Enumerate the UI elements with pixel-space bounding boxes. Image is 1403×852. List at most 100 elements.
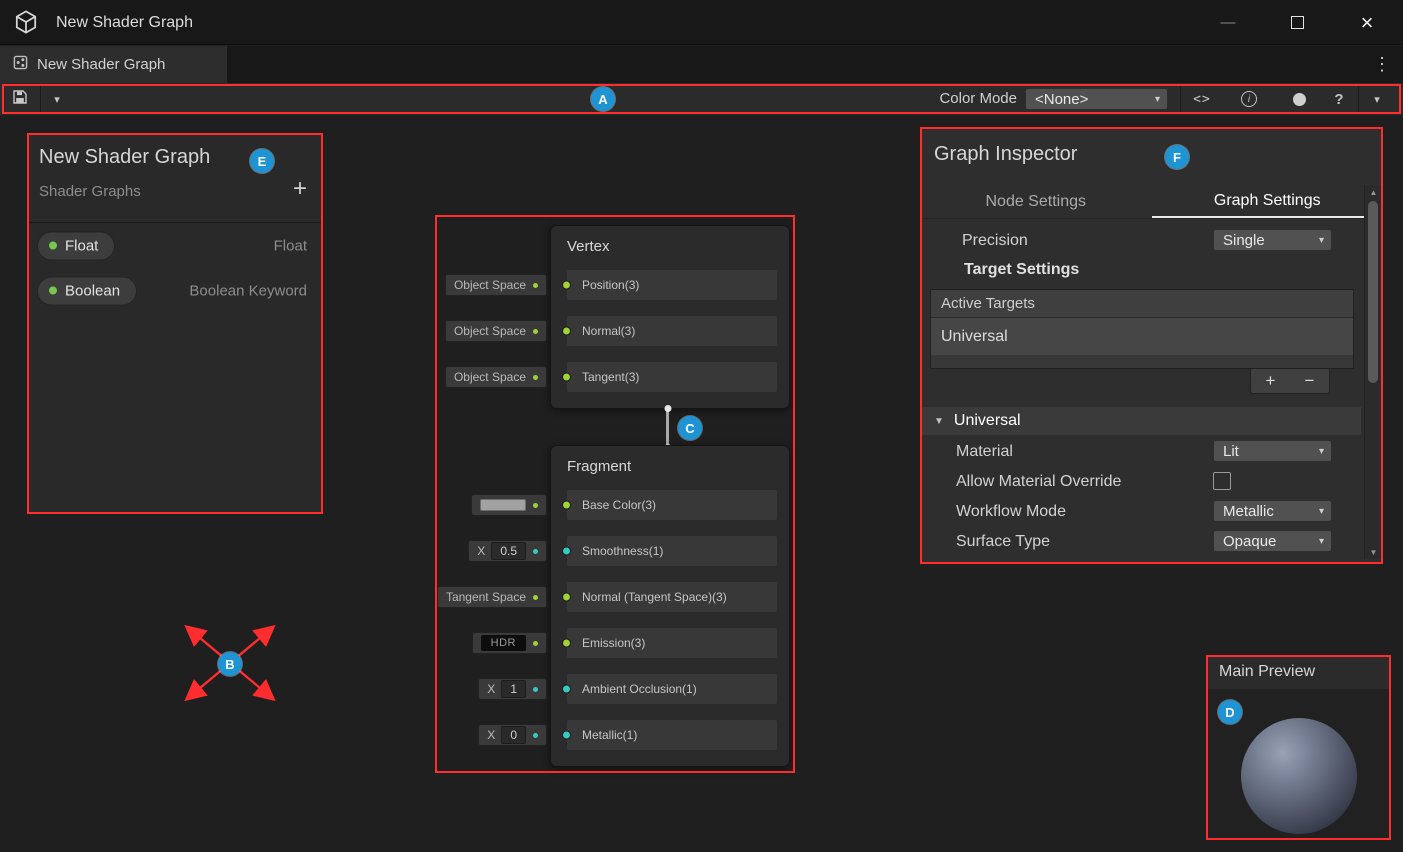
slot-position: Object Space Position(3) [567,270,777,300]
connector-dot-icon [664,405,671,412]
input-port-icon[interactable] [562,281,571,290]
window-title: New Shader Graph [56,0,193,45]
input-port-icon[interactable] [562,373,571,382]
space-dropdown[interactable]: Object Space [445,320,547,342]
scrollbar-thumb[interactable] [1368,201,1378,383]
add-property-button[interactable]: + [293,175,307,203]
scroll-down-icon[interactable]: ▼ [1365,545,1382,559]
add-target-button[interactable]: + [1251,369,1290,393]
blackboard-header: New Shader Graph Shader Graphs + [27,133,323,223]
value-field[interactable]: 0.5 [491,542,526,560]
color-swatch[interactable] [480,499,526,511]
port-dot-icon [533,549,538,554]
main-preview-panel: Main Preview [1206,655,1391,840]
value-field[interactable]: 1 [501,680,526,698]
slot-normal-tangent-space: Tangent Space Normal (Tangent Space)(3) [567,582,777,612]
port-dot-icon [533,641,538,646]
allow-material-override-label: Allow Material Override [956,473,1121,491]
input-port-icon[interactable] [562,547,571,556]
slot-label: Base Color(3) [582,498,656,512]
color-mode-label: Color Mode [905,83,1017,115]
value-field[interactable]: 0 [501,726,526,744]
dropdown-value: Opaque [1223,533,1276,550]
scroll-up-icon[interactable]: ▲ [1365,185,1382,199]
chevron-down-icon: ▾ [1311,536,1324,547]
preview-sphere-icon [1293,93,1306,106]
generated-code-button[interactable]: <> [1186,83,1218,115]
workflow-mode-label: Workflow Mode [956,503,1066,521]
toolbar-overflow-dropdown[interactable]: ▾ [1362,83,1392,115]
tab-graph-settings[interactable]: Graph Settings [1152,185,1384,218]
remove-target-button[interactable]: − [1290,369,1329,393]
fragment-node[interactable]: Fragment Base Color(3) X 0.5 Smoothness(… [550,445,790,767]
tab-new-shader-graph[interactable]: New Shader Graph [0,46,227,83]
shader-graph-icon [13,55,28,75]
chevron-down-icon: ▾ [54,93,60,106]
inspector-scrollbar[interactable]: ▲ ▼ [1364,185,1381,559]
save-button[interactable] [6,83,34,115]
surface-type-dropdown[interactable]: Opaque ▾ [1213,530,1332,552]
vertex-node-title: Vertex [551,226,789,270]
space-dropdown[interactable]: Object Space [445,366,547,388]
smoothness-control[interactable]: X 0.5 [468,540,547,562]
input-port-icon[interactable] [562,639,571,648]
property-type: Boolean Keyword [189,282,307,299]
input-port-icon[interactable] [562,501,571,510]
color-mode-value: <None> [1035,91,1088,108]
material-dropdown[interactable]: Lit ▾ [1213,440,1332,462]
vertex-fragment-connector [666,409,669,447]
maximize-icon [1291,16,1304,29]
space-dropdown-label: Tangent Space [446,590,526,604]
fragment-node-title: Fragment [551,446,789,490]
unity-logo-icon [13,9,39,40]
property-pill[interactable]: Boolean [37,276,137,305]
property-name: Boolean [65,282,120,299]
slot-label: Tangent(3) [582,370,639,384]
maximize-button[interactable] [1280,0,1314,45]
allow-material-override-checkbox[interactable] [1213,472,1231,490]
space-dropdown[interactable]: Object Space [445,274,547,296]
ambient-occlusion-control[interactable]: X 1 [478,678,547,700]
slot-label: Normal (Tangent Space)(3) [582,590,727,604]
property-pill[interactable]: Float [37,231,115,260]
slot-label: Metallic(1) [582,728,637,742]
code-icon: <> [1193,92,1211,107]
input-port-icon[interactable] [562,327,571,336]
window-titlebar: New Shader Graph — × [0,0,1403,45]
tab-node-settings[interactable]: Node Settings [920,185,1152,218]
port-dot-icon [533,595,538,600]
slot-tangent: Object Space Tangent(3) [567,362,777,392]
precision-label: Precision [962,232,1028,250]
preview-sphere[interactable] [1241,718,1357,834]
target-row-universal[interactable]: Universal [931,318,1353,355]
overflow-menu-icon[interactable]: ⋮ [1373,46,1391,83]
input-port-icon[interactable] [562,731,571,740]
input-port-icon[interactable] [562,593,571,602]
slot-label: Emission(3) [582,636,645,650]
chevron-down-icon: ▾ [1311,506,1324,517]
vertex-node[interactable]: Vertex Object Space Position(3) Object S… [550,225,790,409]
blackboard-subtitle: Shader Graphs [39,183,141,200]
close-button[interactable]: × [1350,0,1384,45]
main-preview-toggle[interactable] [1283,83,1315,115]
blackboard-item-boolean: Boolean Boolean Keyword [27,268,323,313]
universal-foldout[interactable]: ▼ Universal [920,407,1361,435]
base-color-control[interactable] [471,494,547,516]
slot-label: Normal(3) [582,324,635,338]
hdr-color-field[interactable]: HDR [481,635,526,651]
save-options-dropdown[interactable]: ▾ [44,83,70,115]
precision-dropdown[interactable]: Single ▾ [1213,229,1332,251]
space-dropdown[interactable]: Tangent Space [437,586,547,608]
help-button[interactable]: ? [1325,83,1353,115]
emission-control[interactable]: HDR [472,632,547,654]
workflow-mode-dropdown[interactable]: Metallic ▾ [1213,500,1332,522]
minimize-button[interactable]: — [1211,0,1245,45]
input-port-icon[interactable] [562,685,571,694]
slot-emission: HDR Emission(3) [567,628,777,658]
annotation-badge-d: D [1218,700,1242,724]
color-mode-dropdown[interactable]: <None> ▾ [1025,88,1168,110]
metallic-control[interactable]: X 0 [478,724,547,746]
graph-inspector-toggle[interactable]: i [1234,83,1264,115]
material-label: Material [956,443,1013,461]
port-dot-icon [533,687,538,692]
